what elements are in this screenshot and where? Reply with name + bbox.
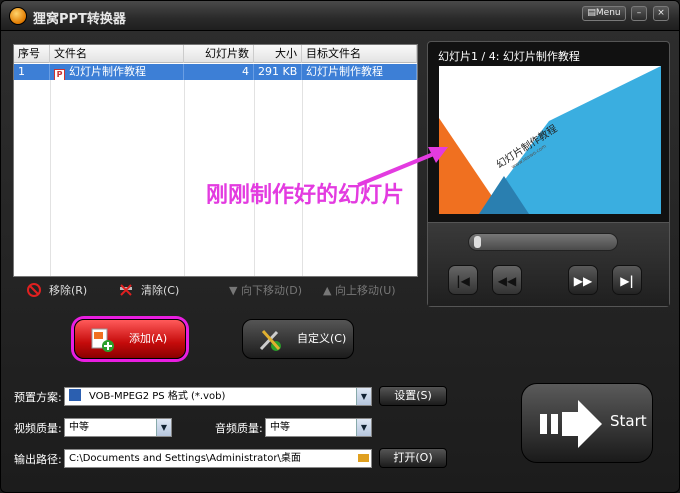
chevron-down-icon[interactable]: ▼ [356,388,371,405]
preset-value: VOB-MPEG2 PS 格式 (*.vob) [89,391,226,402]
move-down-label: 向下移动(D) [240,284,303,297]
settings-button[interactable]: 设置(S) [379,386,447,406]
arrow-up-icon: ▲ [323,284,335,297]
cell-index: 1 [14,64,50,80]
cell-slides: 4 [184,64,254,80]
app-logo-icon [9,7,27,25]
audio-quality-value: 中等 [270,422,290,433]
col-header-slides[interactable]: 幻灯片数 [184,45,254,63]
start-label: Start [610,412,647,430]
clear-icon [120,284,132,296]
output-path-label: 输出路径: [14,453,62,466]
seek-knob[interactable] [474,236,481,248]
app-title: 狸窝PPT转换器 [33,12,126,27]
start-button[interactable]: Start [521,383,653,463]
output-path-input[interactable]: C:\Documents and Settings\Administrator\… [64,449,372,468]
column-divider [50,80,51,276]
annotation-text: 刚刚制作好的幻灯片 [206,183,405,208]
video-quality-label: 视频质量: [14,422,62,435]
cell-target: 幻灯片制作教程 [302,64,417,80]
column-divider [184,80,185,276]
title-bar: 狸窝PPT转换器 ▤Menu – × [1,1,679,31]
preview-panel: 幻灯片1 / 4: 幻灯片制作教程 幻灯片制作教程 www.leawo.com … [427,41,670,307]
ppt-file-icon: P [54,69,65,80]
arrow-down-icon: ▼ [229,284,241,297]
move-up-button[interactable]: ▲ 向上移动(U) [323,282,396,298]
player-controls: |◀ ◀◀ ▶▶ ▶| [428,222,669,306]
menu-button[interactable]: ▤Menu [582,6,626,21]
customize-button[interactable]: 自定义(C) [242,319,354,359]
seek-bar[interactable] [468,233,618,251]
video-quality-value: 中等 [69,422,89,433]
customize-button-label: 自定义(C) [297,332,347,345]
chevron-down-icon[interactable]: ▼ [156,419,171,436]
fast-forward-icon: ▶▶ [573,274,593,288]
last-slide-button[interactable]: ▶| [612,265,642,295]
prev-slide-button[interactable]: ◀◀ [492,265,522,295]
audio-quality-select[interactable]: 中等 ▼ [265,418,372,437]
clear-label: 清除(C) [141,284,180,297]
skip-forward-icon: ▶| [620,274,634,288]
add-button-label: 添加(A) [129,332,168,345]
list-actions: 移除(R) 清除(C) ▼ 向下移动(D) ▲ 向上移动(U) [13,279,418,301]
move-up-label: 向上移动(U) [334,284,396,297]
cell-filename: P 幻灯片制作教程 [50,64,184,80]
table-row[interactable]: 1 P 幻灯片制作教程 4 291 KB 幻灯片制作教程 [14,64,417,80]
add-button[interactable]: 添加(A) [74,319,186,359]
remove-icon [27,283,41,297]
clear-button[interactable]: 清除(C) [119,282,179,298]
col-header-size[interactable]: 大小 [254,45,302,63]
preview-title: 幻灯片1 / 4: 幻灯片制作教程 [438,50,580,63]
col-header-target[interactable]: 目标文件名 [302,45,417,63]
start-arrow-icon [540,400,602,448]
rewind-icon: ◀◀ [497,274,517,288]
video-quality-select[interactable]: 中等 ▼ [64,418,172,437]
close-button[interactable]: × [653,6,669,21]
first-slide-button[interactable]: |◀ [448,265,478,295]
folder-icon[interactable] [356,450,371,467]
output-path-value: C:\Documents and Settings\Administrator\… [69,453,301,464]
remove-label: 移除(R) [49,284,88,297]
col-header-index[interactable]: 序号 [14,45,50,63]
list-header: 序号 文件名 幻灯片数 大小 目标文件名 [14,45,417,63]
chevron-down-icon[interactable]: ▼ [356,419,371,436]
minimize-button[interactable]: – [631,6,647,21]
next-slide-button[interactable]: ▶▶ [568,265,598,295]
video-file-icon [69,389,81,401]
tools-icon [259,330,281,351]
audio-quality-label: 音频质量: [215,422,263,435]
slide-graphic [439,66,661,214]
app-window: 狸窝PPT转换器 ▤Menu – × 序号 文件名 幻灯片数 大小 目标文件名 … [0,0,680,493]
col-header-filename[interactable]: 文件名 [50,45,184,63]
add-file-icon [91,328,114,352]
slide-preview: 幻灯片制作教程 www.leawo.com [439,66,661,214]
skip-back-icon: |◀ [456,274,470,288]
move-down-button[interactable]: ▼ 向下移动(D) [229,282,302,298]
cell-size: 291 KB [254,64,302,80]
remove-button[interactable]: 移除(R) [27,282,87,298]
cell-filename-text: 幻灯片制作教程 [69,65,146,78]
open-folder-button[interactable]: 打开(O) [379,448,447,468]
preset-label: 预置方案: [14,391,62,404]
preset-select[interactable]: VOB-MPEG2 PS 格式 (*.vob) ▼ [64,387,372,406]
